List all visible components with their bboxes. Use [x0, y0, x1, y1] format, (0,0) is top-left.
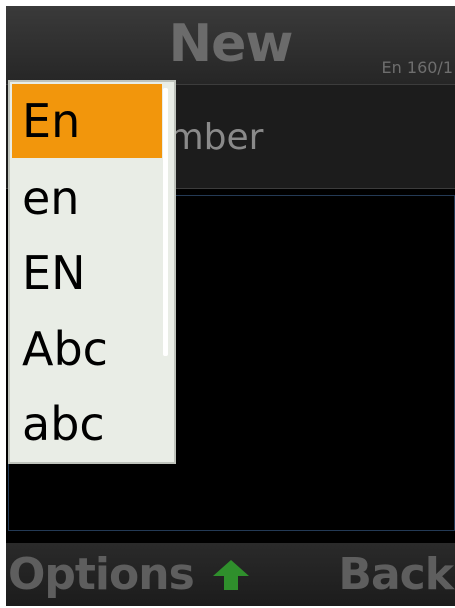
back-softkey[interactable]: Back [338, 547, 454, 603]
input-mode-item-en-uppercase[interactable]: EN [12, 236, 162, 310]
input-mode-menu: En en EN Abc abc [8, 80, 176, 464]
input-mode-item-en-lowercase[interactable]: en [12, 161, 162, 235]
input-mode-item-abc-lowercase[interactable]: abc [12, 387, 162, 461]
character-counter: En 160/1 [381, 58, 453, 77]
softkey-bar: Options Back [6, 543, 455, 606]
arrow-up-icon[interactable] [211, 558, 251, 592]
screen: New En 160/1 me or number Options Back E… [0, 0, 455, 608]
menu-scrollbar[interactable] [163, 88, 168, 356]
input-mode-item-abc-capitalized[interactable]: Abc [12, 312, 162, 386]
header-bar: New En 160/1 [6, 6, 455, 84]
options-softkey[interactable]: Options [8, 547, 195, 603]
input-mode-item-en-capitalized[interactable]: En [12, 84, 162, 158]
